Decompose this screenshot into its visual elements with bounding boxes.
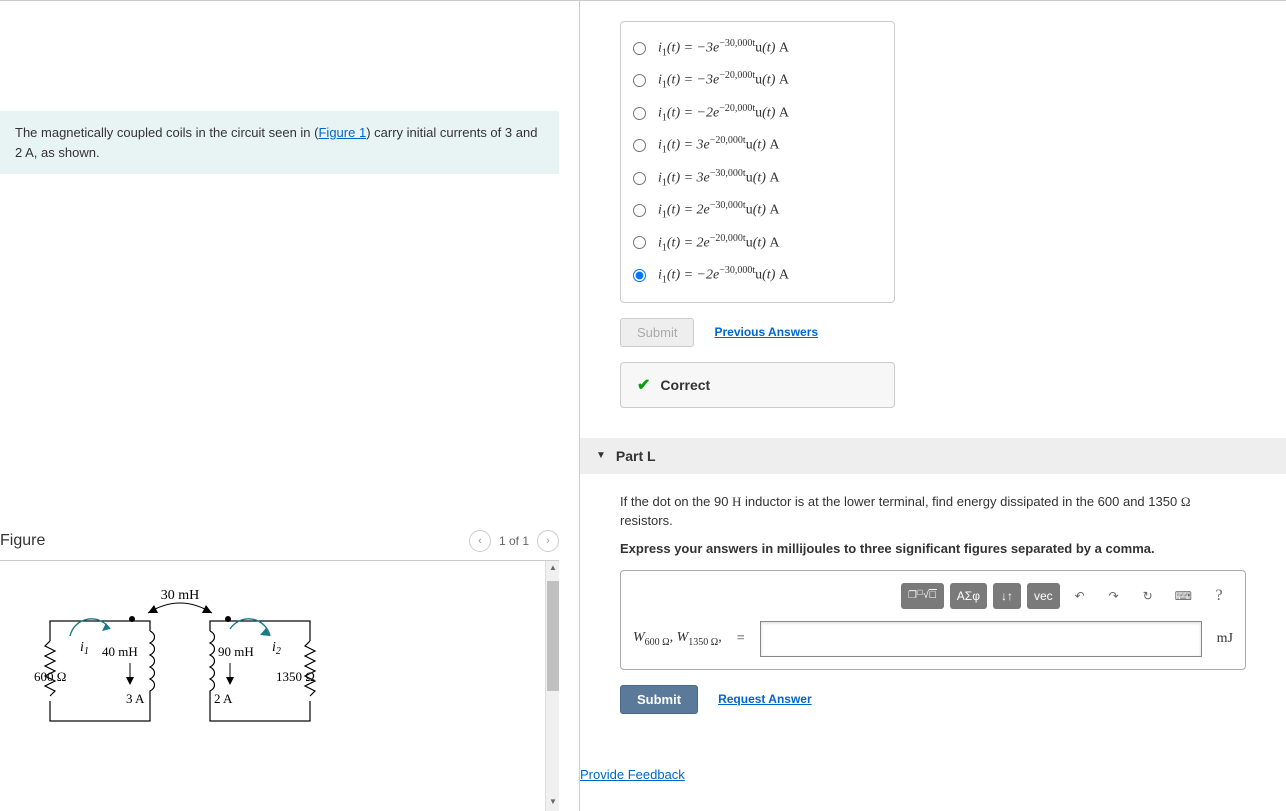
keyboard-button[interactable]: ⌨ (1168, 583, 1199, 609)
choice-radio[interactable] (633, 107, 646, 120)
answer-choice[interactable]: i1(t) = −3e−20,000tu(t) A (633, 64, 882, 96)
scroll-down-icon[interactable]: ▼ (547, 797, 559, 809)
answer-choice[interactable]: i1(t) = 3e−30,000tu(t) A (633, 162, 882, 194)
choice-radio[interactable] (633, 139, 646, 152)
answer-input[interactable] (760, 621, 1202, 657)
previous-answers-link[interactable]: Previous Answers (714, 325, 818, 339)
templates-button[interactable]: ❐☐√☐ (901, 583, 944, 609)
collapse-icon: ▼ (596, 450, 606, 461)
scrollbar-thumb[interactable] (547, 581, 559, 691)
help-button[interactable]: ? (1205, 583, 1233, 609)
problem-text-before: The magnetically coupled coils in the ci… (15, 125, 318, 140)
i1-label: i1 (80, 640, 89, 657)
figure-nav: ‹ 1 of 1 › (469, 530, 559, 552)
dot-left (129, 616, 135, 622)
answer-choice[interactable]: i1(t) = −2e−30,000tu(t) A (633, 259, 882, 291)
figure-link[interactable]: Figure 1 (318, 125, 366, 140)
choice-radio[interactable] (633, 172, 646, 185)
choice-formula: i1(t) = 2e−30,000tu(t) A (658, 200, 780, 220)
part-l-question: If the dot on the 90 H inductor is at th… (620, 492, 1246, 531)
answer-variable-label: W600 Ω, W1350 Ω, (633, 630, 722, 648)
part-l-header[interactable]: ▼ Part L (580, 438, 1286, 474)
choice-radio[interactable] (633, 269, 646, 282)
answer-unit: mJ (1217, 631, 1233, 647)
dot-right (225, 616, 231, 622)
check-icon: ✔ (637, 375, 650, 395)
feedback-correct: ✔ Correct (620, 362, 895, 408)
figure-scrollbar[interactable]: ▲ ▼ (545, 561, 559, 811)
answer-choices: i1(t) = −3e−30,000tu(t) A i1(t) = −3e−20,… (620, 21, 895, 303)
choice-formula: i1(t) = −2e−20,000tu(t) A (658, 103, 789, 123)
answer-choice[interactable]: i1(t) = 3e−20,000tu(t) A (633, 129, 882, 161)
figure-section: Figure ‹ 1 of 1 › 30 mH (0, 522, 559, 811)
figure-prev-button[interactable]: ‹ (469, 530, 491, 552)
part-l-instruction: Express your answers in millijoules to t… (620, 541, 1246, 556)
right-panel: i1(t) = −3e−30,000tu(t) A i1(t) = −3e−20,… (580, 1, 1286, 811)
submit-button[interactable]: Submit (620, 685, 698, 714)
answer-box: ❐☐√☐ ΑΣφ ↓↑ vec ↶ ↷ ↻ ⌨ ? W600 Ω, W1350 … (620, 570, 1246, 670)
choice-radio[interactable] (633, 204, 646, 217)
L2-label: 90 mH (218, 644, 254, 659)
reset-button[interactable]: ↻ (1134, 583, 1162, 609)
subscript-button[interactable]: ↓↑ (993, 583, 1021, 609)
choice-formula: i1(t) = −2e−30,000tu(t) A (658, 265, 789, 285)
vector-button[interactable]: vec (1027, 583, 1060, 609)
figure-next-button[interactable]: › (537, 530, 559, 552)
choice-formula: i1(t) = 3e−20,000tu(t) A (658, 135, 780, 155)
choice-radio[interactable] (633, 236, 646, 249)
answer-choice[interactable]: i1(t) = −2e−20,000tu(t) A (633, 97, 882, 129)
choice-formula: i1(t) = −3e−30,000tu(t) A (658, 38, 789, 58)
undo-button[interactable]: ↶ (1066, 583, 1094, 609)
scroll-up-icon[interactable]: ▲ (547, 563, 559, 575)
L1-label: 40 mH (102, 644, 138, 659)
choice-formula: i1(t) = 2e−20,000tu(t) A (658, 233, 780, 253)
figure-header: Figure ‹ 1 of 1 › (0, 522, 559, 561)
figure-title: Figure (0, 532, 45, 550)
redo-button[interactable]: ↷ (1100, 583, 1128, 609)
answer-choice[interactable]: i1(t) = 2e−20,000tu(t) A (633, 227, 882, 259)
choice-radio[interactable] (633, 74, 646, 87)
choice-formula: i1(t) = 3e−30,000tu(t) A (658, 168, 780, 188)
part-l-body: If the dot on the 90 H inductor is at th… (580, 474, 1286, 747)
request-answer-link[interactable]: Request Answer (718, 692, 812, 706)
problem-statement: The magnetically coupled coils in the ci… (0, 111, 559, 174)
i2-label: i2 (272, 640, 281, 657)
feedback-text: Correct (660, 377, 710, 393)
left-panel: The magnetically coupled coils in the ci… (0, 1, 580, 811)
mutual-label: 30 mH (161, 588, 200, 603)
equals-sign: = (737, 631, 745, 647)
circuit-diagram: 30 mH i1 i2 40 mH (30, 581, 350, 761)
answer-toolbar: ❐☐√☐ ΑΣφ ↓↑ vec ↶ ↷ ↻ ⌨ ? (633, 583, 1233, 609)
I2-label: 2 A (214, 691, 233, 706)
answer-choice[interactable]: i1(t) = 2e−30,000tu(t) A (633, 194, 882, 226)
submit-button-disabled: Submit (620, 318, 694, 347)
I1-label: 3 A (126, 691, 145, 706)
part-l-title: Part L (616, 448, 656, 464)
provide-feedback-link[interactable]: Provide Feedback (580, 767, 685, 782)
R2-label: 1350 Ω (276, 669, 315, 684)
choice-radio[interactable] (633, 42, 646, 55)
figure-content: 30 mH i1 i2 40 mH (0, 561, 559, 811)
answer-input-row: W600 Ω, W1350 Ω, = mJ (633, 621, 1233, 657)
greek-button[interactable]: ΑΣφ (950, 583, 987, 609)
submit-row-k: Submit Previous Answers (620, 318, 1246, 347)
figure-page-indicator: 1 of 1 (499, 534, 529, 548)
answer-choice[interactable]: i1(t) = −3e−30,000tu(t) A (633, 32, 882, 64)
submit-row-l: Submit Request Answer (620, 685, 1206, 714)
R1-label: 600 Ω (34, 669, 66, 684)
choice-formula: i1(t) = −3e−20,000tu(t) A (658, 70, 789, 90)
